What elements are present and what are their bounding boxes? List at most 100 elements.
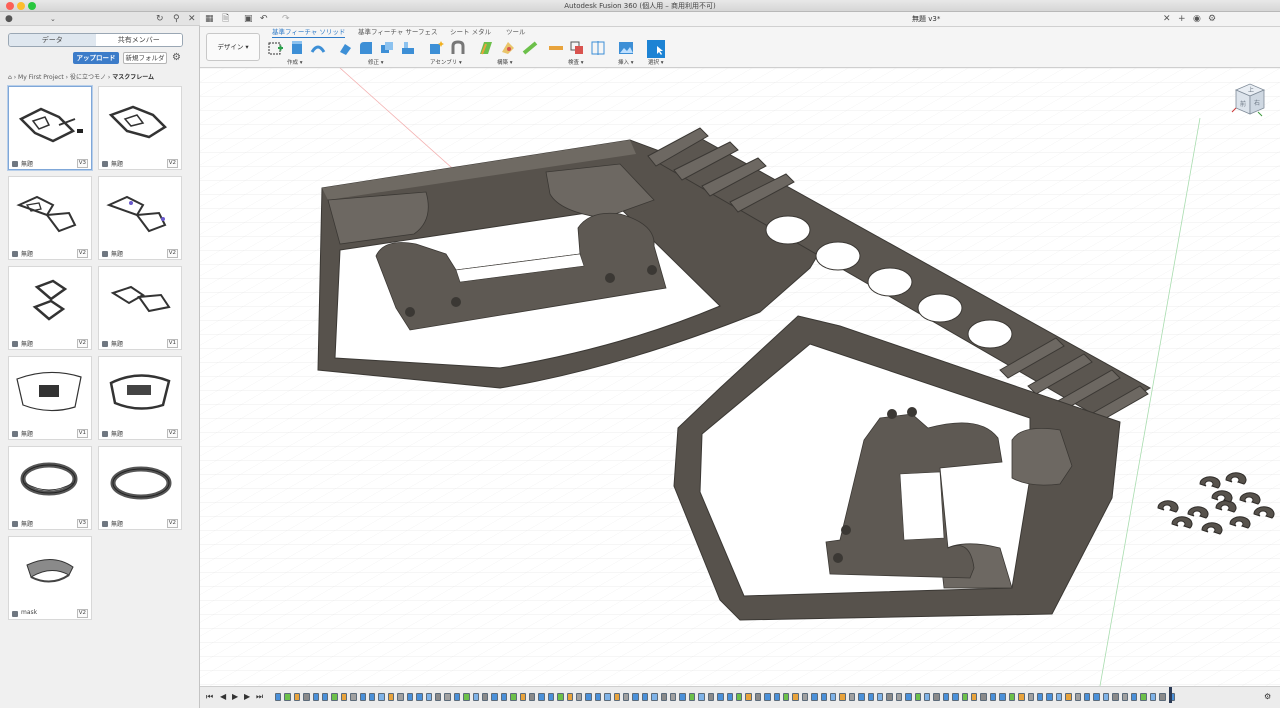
timeline-feature[interactable]: [538, 693, 545, 701]
timeline-feature[interactable]: [1027, 693, 1034, 701]
timeline-feature[interactable]: [735, 693, 743, 701]
timeline-feature[interactable]: [942, 693, 950, 701]
timeline-feature[interactable]: [877, 693, 884, 701]
timeline-feature[interactable]: [547, 693, 555, 701]
view-cube[interactable]: 上 前 右: [1228, 76, 1268, 120]
new-component-icon[interactable]: [428, 40, 444, 56]
timeline-feature[interactable]: [829, 693, 837, 701]
timeline-feature[interactable]: [886, 693, 893, 701]
version-badge[interactable]: V2: [166, 429, 178, 438]
file-card[interactable]: 無題 V2: [98, 176, 182, 260]
group-insert[interactable]: 挿入 ▾: [618, 58, 634, 66]
document-tab[interactable]: 無題 v3*: [912, 13, 940, 26]
group-modify[interactable]: 修正 ▾: [368, 58, 384, 66]
user-icon[interactable]: ●: [5, 12, 13, 26]
grid-menu-icon[interactable]: ▦: [205, 12, 214, 27]
timeline-feature[interactable]: [764, 693, 771, 701]
insert-image-icon[interactable]: [618, 40, 634, 56]
timeline-feature[interactable]: [613, 693, 621, 701]
timeline-feature[interactable]: [1102, 693, 1110, 701]
file-card[interactable]: 無題 V2: [8, 266, 92, 350]
redo-icon[interactable]: ↷: [282, 12, 290, 27]
timeline-feature[interactable]: [1130, 693, 1138, 701]
timeline-feature[interactable]: [519, 693, 526, 701]
version-badge[interactable]: V1: [76, 429, 88, 438]
file-card[interactable]: 無題 V3: [8, 446, 92, 530]
timeline-feature[interactable]: [481, 693, 489, 701]
go-to-end-icon[interactable]: ⏭: [256, 690, 263, 704]
timeline-feature[interactable]: [1018, 693, 1025, 701]
timeline-feature[interactable]: [971, 693, 978, 701]
timeline-feature[interactable]: [340, 693, 348, 701]
version-badge[interactable]: V2: [76, 249, 88, 258]
timeline-feature[interactable]: [406, 693, 414, 701]
timeline-feature[interactable]: [1046, 693, 1053, 701]
timeline-feature[interactable]: [434, 693, 442, 701]
timeline-feature[interactable]: [566, 693, 573, 701]
revolve-icon[interactable]: [310, 40, 326, 56]
interference-icon[interactable]: [569, 40, 585, 56]
refresh-icon[interactable]: ↻: [156, 12, 164, 26]
home-icon[interactable]: ⌂: [8, 74, 12, 81]
timeline-feature[interactable]: [801, 693, 809, 701]
timeline-feature[interactable]: [1112, 693, 1119, 701]
tab-solid[interactable]: 基準フィーチャ ソリッド: [272, 28, 346, 38]
search-icon[interactable]: ⚲: [173, 12, 180, 26]
file-card[interactable]: 無題 V2: [98, 446, 182, 530]
axis-icon[interactable]: [522, 40, 538, 56]
timeline-feature[interactable]: [594, 693, 602, 701]
new-tab-icon[interactable]: +: [1178, 12, 1186, 27]
timeline-feature[interactable]: [839, 693, 846, 701]
timeline-feature[interactable]: [1036, 693, 1044, 701]
fillet-icon[interactable]: [358, 40, 374, 56]
file-card[interactable]: 無題 V2: [8, 176, 92, 260]
timeline-feature[interactable]: [453, 693, 461, 701]
timeline-feature[interactable]: [425, 693, 432, 701]
new-folder-button[interactable]: 新規フォルダ: [123, 52, 167, 64]
timeline-feature[interactable]: [1065, 693, 1072, 701]
timeline-feature[interactable]: [773, 693, 780, 701]
go-to-start-icon[interactable]: ⏮: [206, 690, 213, 704]
group-inspect[interactable]: 検査 ▾: [568, 58, 584, 66]
timeline-feature[interactable]: [1140, 693, 1147, 701]
tab-shared-members[interactable]: 共有メンバー: [95, 34, 182, 46]
timeline-feature[interactable]: [679, 693, 686, 701]
timeline-feature[interactable]: [528, 693, 536, 701]
timeline-feature[interactable]: [858, 693, 865, 701]
timeline-feature[interactable]: [670, 693, 677, 701]
timeline-feature[interactable]: [284, 693, 291, 701]
timeline-feature[interactable]: [472, 693, 479, 701]
timeline-feature[interactable]: [1055, 693, 1063, 701]
group-assembly[interactable]: アセンブリ ▾: [430, 58, 462, 66]
timeline-feature[interactable]: [275, 693, 282, 701]
file-card[interactable]: 無題 V1: [8, 356, 92, 440]
tab-sheet-metal[interactable]: シート メタル: [450, 28, 491, 37]
timeline-feature[interactable]: [500, 693, 508, 701]
version-badge[interactable]: V2: [76, 339, 88, 348]
breadcrumb-folder[interactable]: 役に立つモノ: [70, 74, 106, 81]
timeline-feature[interactable]: [444, 693, 451, 701]
gear-icon[interactable]: ⚙: [172, 52, 181, 64]
timeline-feature[interactable]: [933, 693, 940, 701]
joint-icon[interactable]: [450, 40, 466, 56]
align-icon[interactable]: [400, 40, 416, 56]
step-back-icon[interactable]: ◀: [220, 690, 226, 704]
timeline-feature[interactable]: [397, 693, 404, 701]
timeline-feature[interactable]: [585, 693, 592, 701]
group-select[interactable]: 選択 ▾: [648, 58, 664, 66]
file-card[interactable]: 無題 V2: [98, 356, 182, 440]
plane-at-angle-icon[interactable]: [500, 40, 516, 56]
timeline-feature[interactable]: [1121, 693, 1128, 701]
timeline-feature[interactable]: [952, 693, 959, 701]
timeline-feature[interactable]: [331, 693, 338, 701]
combine-icon[interactable]: [379, 40, 395, 56]
offset-plane-icon[interactable]: [478, 40, 494, 56]
timeline-feature[interactable]: [1008, 693, 1016, 701]
version-badge[interactable]: V3: [76, 519, 88, 528]
timeline-feature[interactable]: [754, 693, 762, 701]
job-status-icon[interactable]: ◉: [1193, 12, 1201, 27]
timeline-feature[interactable]: [989, 693, 997, 701]
timeline-feature[interactable]: [745, 693, 752, 701]
undo-icon[interactable]: ↶: [260, 12, 268, 27]
file-card[interactable]: 無題 V1: [98, 266, 182, 350]
